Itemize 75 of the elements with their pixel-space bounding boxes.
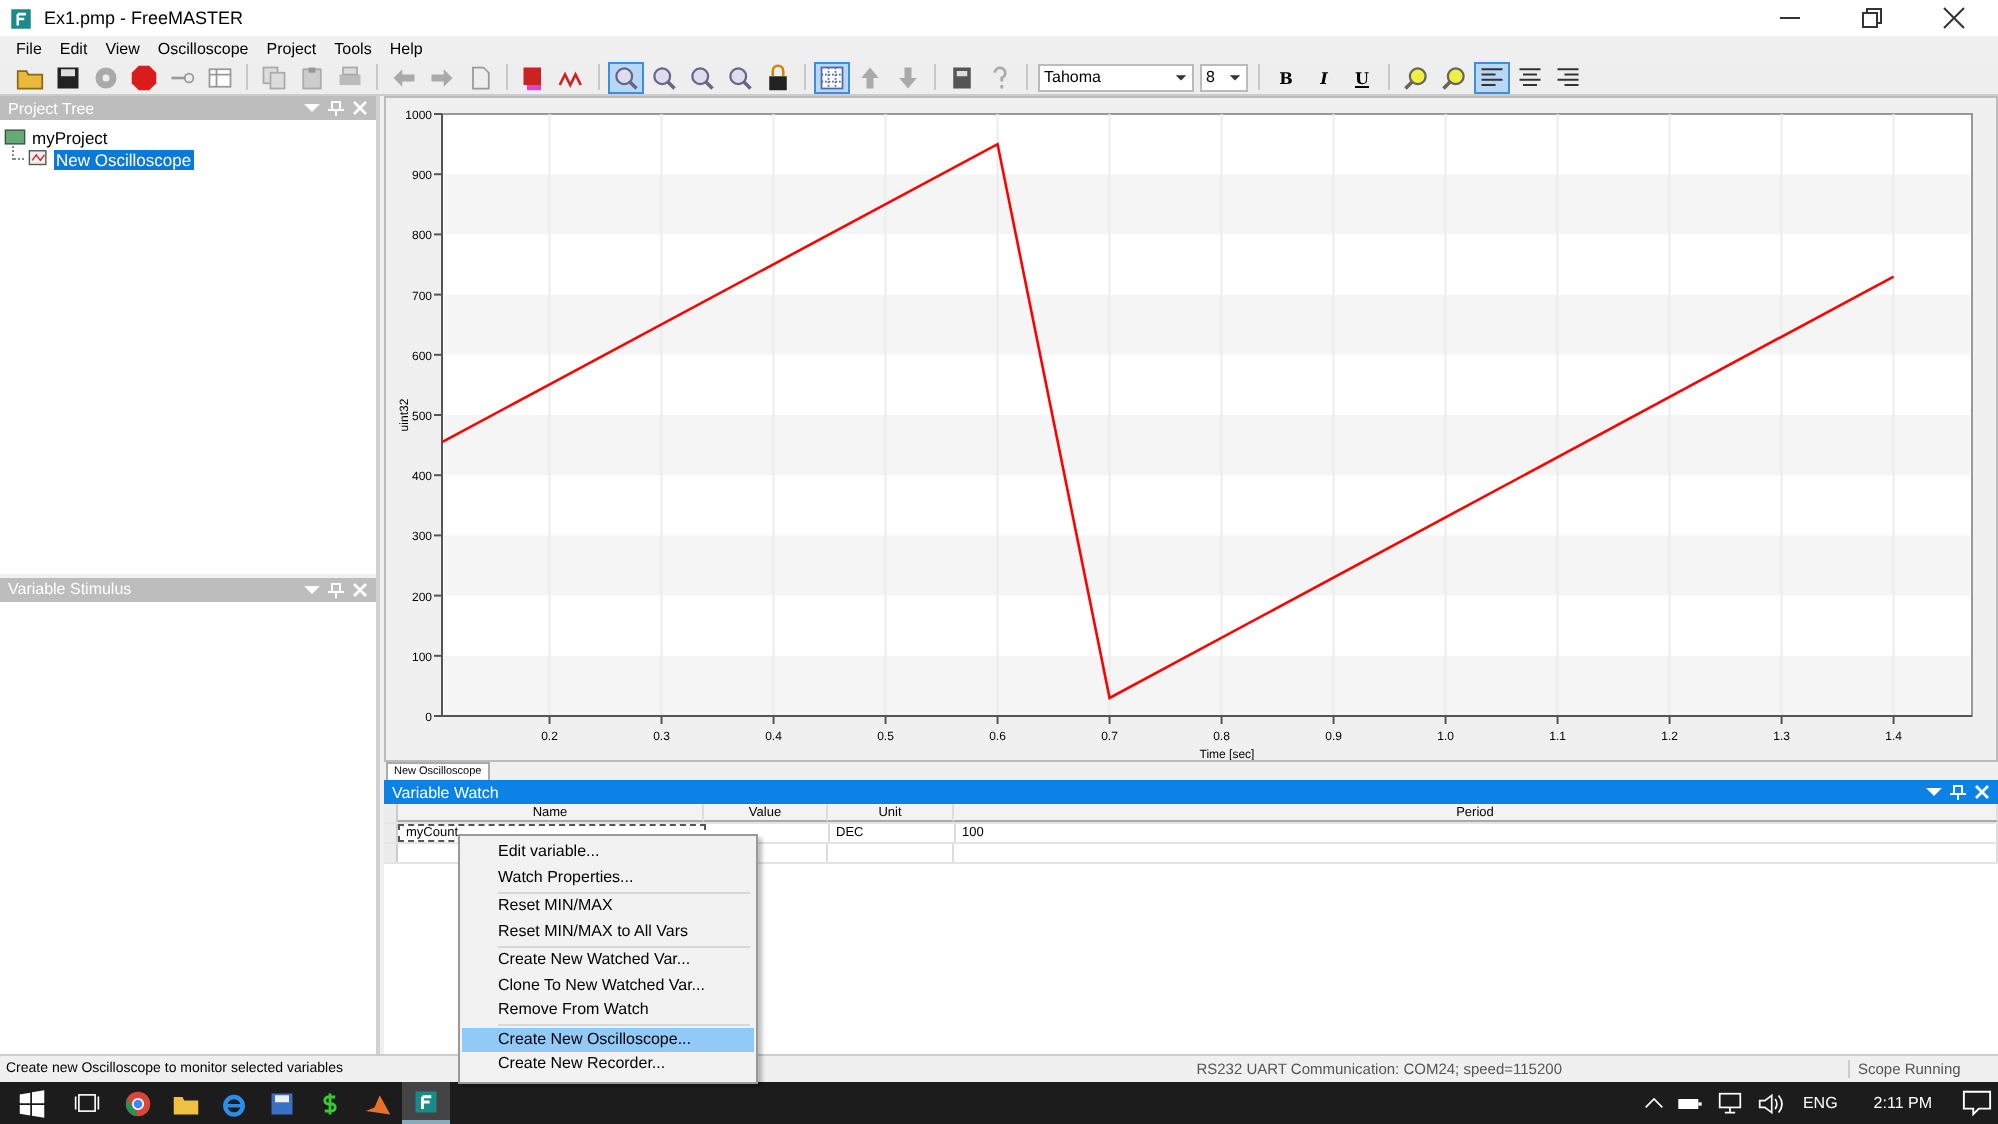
app-logo-icon [8,5,34,31]
magnifier-icon [612,63,640,91]
magnifier-button[interactable] [608,61,644,93]
chevron-up-icon[interactable] [1644,1093,1665,1113]
align-right-icon [1554,63,1582,91]
menu-item[interactable]: View [105,39,140,57]
align-center-icon [1516,63,1544,91]
magnifier-icon [726,63,754,91]
context-menu-item[interactable]: Create New Oscilloscope... [462,1027,754,1052]
stop-sign-icon [130,63,158,91]
context-menu-item[interactable]: Remove From Watch [462,998,754,1023]
menu-item[interactable]: Edit [59,39,88,57]
format-button[interactable]: B [1268,61,1304,93]
context-menu-item[interactable]: Create New Recorder... [462,1052,754,1077]
context-menu-item[interactable]: Clone To New Watched Var... [462,973,754,998]
align-left-icon [1478,63,1506,91]
printer-icon [336,63,364,91]
context-menu-item[interactable]: Watch Properties... [462,865,754,890]
battery-icon[interactable] [1676,1093,1705,1113]
menu-item[interactable]: Tools [334,39,372,57]
grid-icon [818,63,846,91]
copy-icon [260,63,288,91]
context-menu-item[interactable]: Reset MIN/MAX to All Vars [462,919,754,944]
app-logo-icon [412,1087,440,1115]
magnifier-icon [1440,63,1468,91]
restore-icon[interactable] [1860,6,1884,30]
row-header-cell[interactable] [384,844,398,862]
magnifier-icon [650,63,678,91]
panel-title: Project Tree [8,99,95,117]
table-icon [206,63,234,91]
arrow-down-icon [894,63,922,91]
stop-sign-button[interactable] [126,61,162,93]
context-menu-item[interactable]: Create New Watched Var... [462,948,754,973]
scope-icon [28,148,50,170]
panel-title: Variable Watch [392,783,499,801]
calculator-icon [948,63,976,91]
window-title: Ex1.pmp - FreeMASTER [44,8,244,28]
project-icon [4,126,26,148]
font-size-dropdown[interactable]: 8 [1200,63,1248,91]
circle-logo-icon [124,1089,152,1117]
row-header-cell[interactable] [384,824,398,842]
context-menu-item[interactable]: Edit variable... [462,840,754,865]
clock[interactable]: 2:11 PM [1873,1094,1932,1112]
volume-icon[interactable] [1756,1091,1785,1115]
menu-item[interactable]: Help [389,39,423,57]
taskbar-app[interactable] [402,1082,450,1124]
padlock-icon [764,63,792,91]
task-view-icon[interactable] [74,1090,100,1116]
magnifier-icon [688,63,716,91]
language-indicator[interactable]: ENG [1802,1094,1838,1112]
pin-icon[interactable] [1950,784,1966,800]
tree-item[interactable]: myProject [30,127,110,147]
close-icon[interactable] [1942,6,1966,30]
menu-item[interactable]: Project [266,39,317,57]
dropdown-icon[interactable] [1926,784,1942,800]
grid-button[interactable] [814,61,850,93]
menu-item[interactable]: Oscilloscope [157,39,249,57]
font-dropdown[interactable]: Tahoma [1038,63,1194,91]
align-left-button[interactable] [1474,61,1510,93]
menu-item[interactable]: File [16,39,42,57]
caret-icon [1174,70,1188,84]
format-button[interactable]: I [1306,61,1342,93]
notification-icon[interactable] [1962,1088,1992,1118]
arrow-up-icon [856,63,884,91]
floppy-icon [54,63,82,91]
tree-item[interactable]: New Oscilloscope [54,149,194,169]
magnifier-icon [1402,63,1430,91]
panel-title: Variable Stimulus [8,580,132,598]
context-menu-item[interactable]: Reset MIN/MAX [462,894,754,919]
letter-e-logo-icon [220,1089,248,1117]
floppy-icon [268,1089,296,1117]
caret-icon [1228,70,1242,84]
monitor-icon[interactable] [1716,1091,1745,1115]
format-button[interactable]: U [1344,61,1380,93]
windows-start-icon[interactable] [18,1089,46,1117]
